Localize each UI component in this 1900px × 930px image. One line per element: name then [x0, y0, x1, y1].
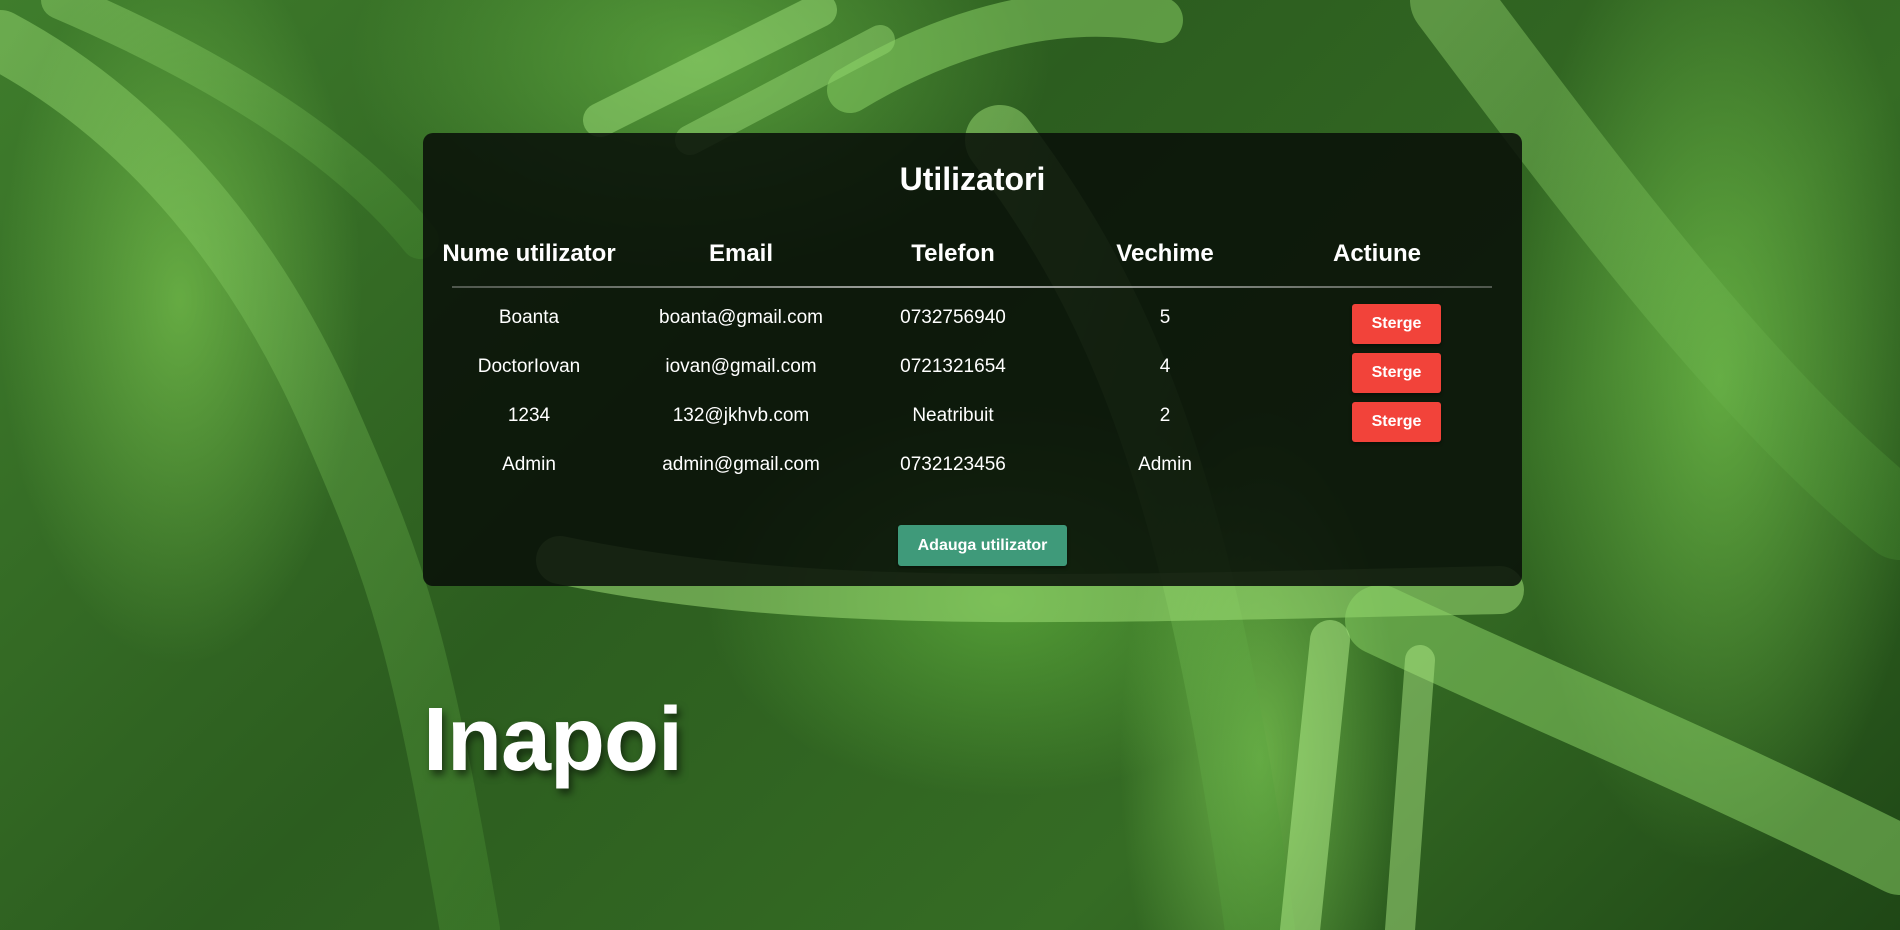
cell-username: 1234 [507, 405, 551, 426]
delete-user-button[interactable]: Sterge [1352, 353, 1441, 393]
column-header-action: Actiune [1332, 240, 1421, 267]
cell-email: iovan@gmail.com [665, 356, 817, 377]
cell-email: boanta@gmail.com [659, 307, 823, 328]
cell-seniority: 2 [1159, 405, 1171, 426]
back-link[interactable]: Inapoi [423, 695, 683, 785]
column-header-seniority: Vechime [1116, 240, 1214, 267]
column-header-username: Nume utilizator [442, 240, 616, 267]
cell-seniority: Admin [1138, 454, 1192, 475]
cell-username: Boanta [498, 307, 560, 328]
column-header-email: Email [708, 240, 774, 267]
page-title: Utilizatori [899, 161, 1046, 197]
cell-username: Admin [502, 454, 556, 475]
add-user-button[interactable]: Adauga utilizator [898, 525, 1067, 566]
column-header-phone: Telefon [911, 240, 995, 267]
delete-user-button[interactable]: Sterge [1352, 402, 1441, 442]
cell-email: 132@jkhvb.com [672, 405, 810, 426]
delete-user-button[interactable]: Sterge [1352, 304, 1441, 344]
cell-email: admin@gmail.com [662, 454, 820, 475]
cell-username: DoctorIovan [477, 356, 581, 377]
cell-phone: 0732123456 [900, 454, 1006, 475]
users-panel: Utilizatori Nume utilizator Email Telefo… [423, 133, 1522, 586]
cell-seniority: 5 [1159, 307, 1171, 328]
cell-phone: Neatribuit [912, 405, 994, 426]
cell-phone: 0732756940 [900, 307, 1006, 328]
header-divider [452, 286, 1492, 288]
cell-seniority: 4 [1159, 356, 1171, 377]
cell-phone: 0721321654 [900, 356, 1006, 377]
